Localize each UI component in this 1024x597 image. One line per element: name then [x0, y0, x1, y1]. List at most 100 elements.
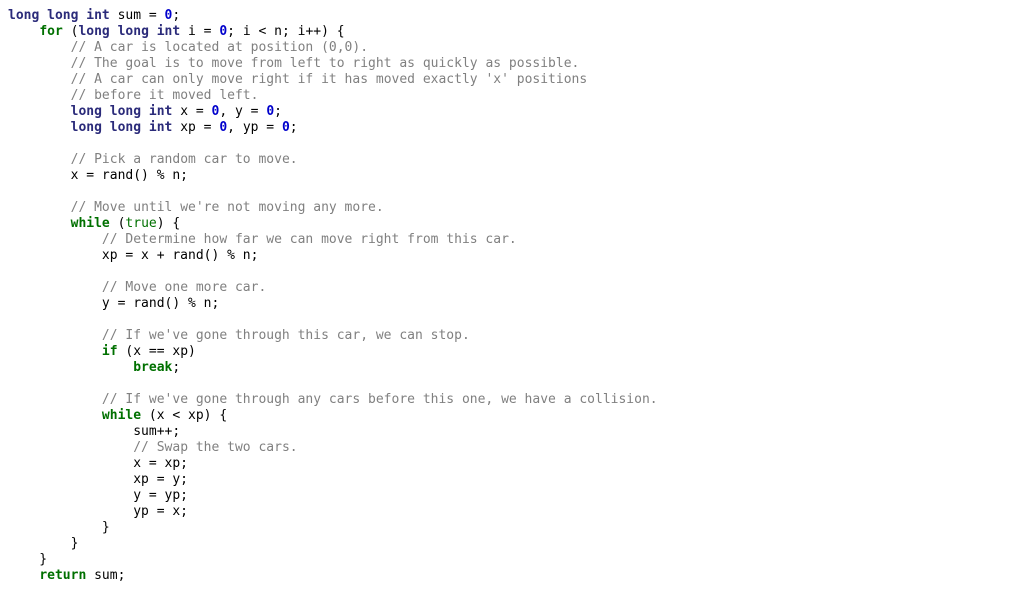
control-keyword: if	[101, 344, 118, 359]
code-text: (	[62, 24, 79, 39]
code-text: }	[8, 520, 110, 535]
code-text: ;	[274, 104, 282, 119]
code-text: i =	[180, 24, 220, 39]
code-text: xp = x + rand() % n;	[8, 248, 259, 263]
type-keyword: long long int	[70, 120, 173, 135]
code-text: sum =	[109, 8, 165, 23]
boolean-literal: true	[125, 216, 157, 231]
code-text: y = yp;	[8, 488, 189, 503]
code-comment: // Move until we're not moving any more.	[70, 200, 384, 215]
code-line: long long int xp = 0, yp = 0;	[8, 120, 1024, 136]
code-line: x = xp;	[8, 456, 1024, 472]
code-line: // Move until we're not moving any more.	[8, 200, 1024, 216]
code-line: return sum;	[8, 568, 1024, 584]
code-line: }	[8, 552, 1024, 568]
control-keyword: break	[133, 360, 173, 375]
code-line: long long int x = 0, y = 0;	[8, 104, 1024, 120]
code-comment: // A car is located at position (0,0).	[70, 40, 369, 55]
code-line: y = yp;	[8, 488, 1024, 504]
control-keyword: for	[39, 24, 63, 39]
code-line: break;	[8, 360, 1024, 376]
code-line: // Determine how far we can move right f…	[8, 232, 1024, 248]
code-line: xp = y;	[8, 472, 1024, 488]
code-text: ;	[172, 360, 181, 375]
code-line: }	[8, 520, 1024, 536]
code-line: // If we've gone through any cars before…	[8, 392, 1024, 408]
code-line: // Move one more car.	[8, 280, 1024, 296]
code-line: sum++;	[8, 424, 1024, 440]
code-text: y = rand() % n;	[8, 296, 220, 311]
code-line: y = rand() % n;	[8, 296, 1024, 312]
type-keyword: long long int	[78, 24, 181, 39]
code-block: long long int sum = 0; for (long long in…	[8, 8, 1024, 584]
code-line: // A car is located at position (0,0).	[8, 40, 1024, 56]
code-text: yp = x;	[8, 504, 189, 519]
code-line: long long int sum = 0;	[8, 8, 1024, 24]
code-text: x =	[172, 104, 212, 119]
code-line: for (long long int i = 0; i < n; i++) {	[8, 24, 1024, 40]
code-comment: // before it moved left.	[70, 88, 259, 103]
code-text: sum++;	[8, 424, 181, 439]
code-line: if (x == xp)	[8, 344, 1024, 360]
code-text: }	[8, 552, 48, 567]
code-line: while (true) {	[8, 216, 1024, 232]
code-line: x = rand() % n;	[8, 168, 1024, 184]
control-keyword: while	[70, 216, 110, 231]
code-text: ) {	[156, 216, 181, 231]
code-text: }	[8, 536, 79, 551]
code-text: (	[109, 216, 126, 231]
type-keyword: long long int	[8, 8, 110, 23]
code-comment: // A car can only move right if it has m…	[70, 72, 588, 87]
code-line: // before it moved left.	[8, 88, 1024, 104]
code-text: ;	[172, 8, 181, 23]
code-text: ; i < n; i++) {	[227, 24, 345, 39]
code-text: , y =	[219, 104, 267, 119]
code-comment: // Swap the two cars.	[133, 440, 298, 455]
number-literal: 0	[281, 120, 290, 135]
code-text: xp =	[172, 120, 220, 135]
code-comment: // The goal is to move from left to righ…	[70, 56, 580, 71]
code-comment: // Determine how far we can move right f…	[101, 232, 517, 247]
code-text: ;	[289, 120, 298, 135]
code-text: x = rand() % n;	[8, 168, 189, 183]
code-text: sum;	[86, 568, 126, 583]
code-text: , yp =	[227, 120, 282, 135]
code-text: x = xp;	[8, 456, 189, 471]
code-comment: // Move one more car.	[101, 280, 267, 295]
control-keyword: while	[101, 408, 142, 423]
code-line: // If we've gone through this car, we ca…	[8, 328, 1024, 344]
code-comment: // If we've gone through any cars before…	[101, 392, 658, 407]
code-editor[interactable]: long long int sum = 0; for (long long in…	[0, 0, 1024, 597]
code-comment: // If we've gone through this car, we ca…	[101, 328, 470, 343]
code-text: (x < xp) {	[141, 408, 228, 423]
code-line: // Pick a random car to move.	[8, 152, 1024, 168]
type-keyword: long long int	[70, 104, 173, 119]
code-comment: // Pick a random car to move.	[70, 152, 298, 167]
code-line: // Swap the two cars.	[8, 440, 1024, 456]
code-line: yp = x;	[8, 504, 1024, 520]
